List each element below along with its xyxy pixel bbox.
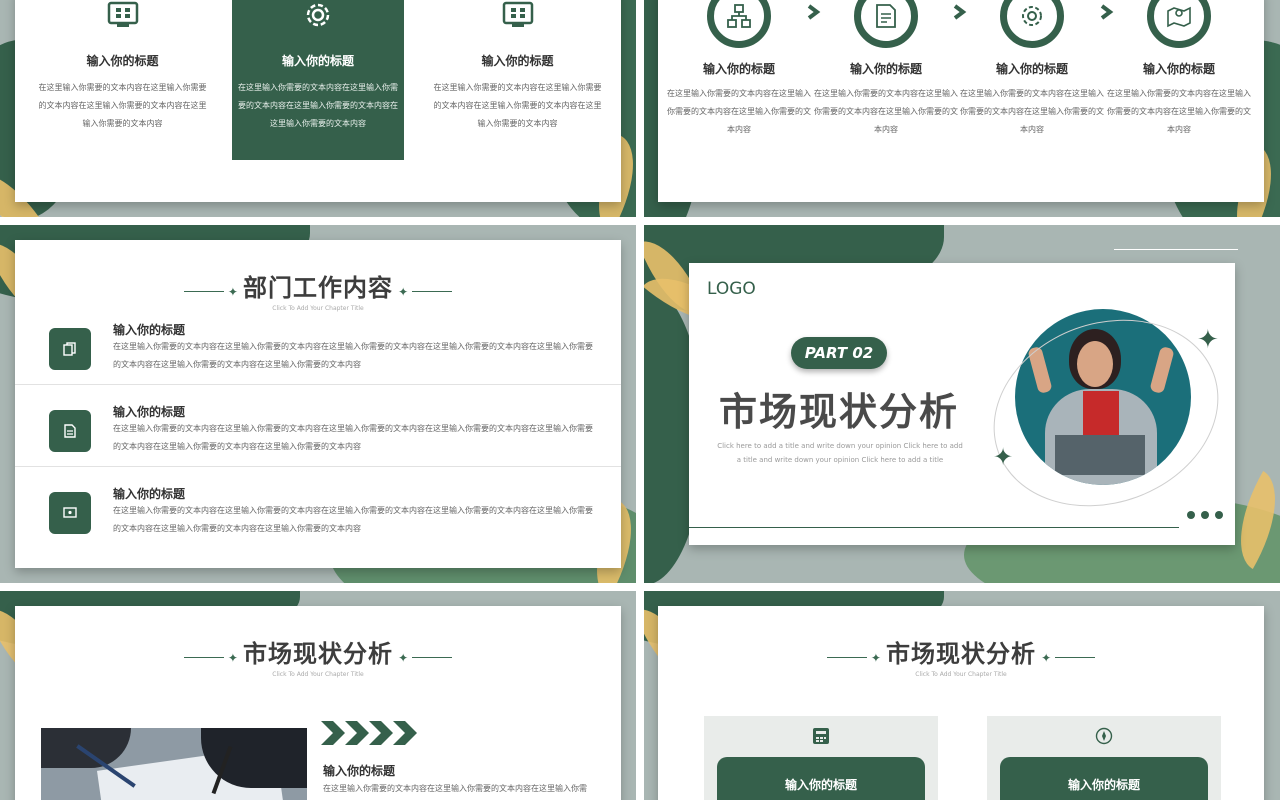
step-title: 输入你的标题: [849, 62, 922, 76]
process-step: 输入你的标题 在这里输入你需要的文本内容在这里输入你需要的文本内容在这里输入你需…: [1106, 0, 1252, 139]
chapter-heading: ✦ 市场现状分析 ✦ Click To Add Your Chapter Tit…: [658, 634, 1264, 678]
content-card: ✦ 市场现状分析 ✦ Click To Add Your Chapter Tit…: [658, 606, 1264, 800]
calculator-icon: [704, 726, 938, 746]
box-title: 输入你的标题: [1000, 757, 1208, 800]
slide-thumbnail-3[interactable]: ✦ 部门工作内容 ✦ Click To Add Your Chapter Tit…: [0, 225, 636, 583]
row-title: 输入你的标题: [113, 323, 186, 337]
sparkle-icon: ✦: [1041, 650, 1052, 665]
chapter-subtitle: Click To Add Your Chapter Title: [272, 305, 364, 312]
document-icon: [854, 0, 918, 48]
slide-thumbnail-4[interactable]: LOGO PART 02 市场现状分析 Click here to add a …: [644, 225, 1280, 583]
step-text: 在这里输入你需要的文本内容在这里输入你需要的文本内容在这里输入你需要的文本内容: [667, 89, 811, 134]
heading-line: [183, 657, 224, 658]
cover-title: 市场现状分析: [718, 390, 959, 434]
file-icon: [49, 410, 91, 452]
heading-line: [1055, 657, 1096, 658]
feature-text: 在这里输入你需要的文本内容在这里输入你需要的文本内容在这里输入你需要的文本内容在…: [433, 83, 602, 128]
cover-card: LOGO PART 02 市场现状分析 Click here to add a …: [689, 263, 1245, 545]
feature-card: 输入你的标题 在这里输入你需要的文本内容在这里输入你需要的文本内容在这里输入你需…: [430, 0, 605, 133]
sparkle-icon: ✦: [1197, 325, 1219, 355]
chevron-arrows: [321, 721, 419, 745]
row-text: 在这里输入你需要的文本内容在这里输入你需要的文本内容在这里输入你需要的文本内容在…: [113, 342, 593, 369]
step-text: 在这里输入你需要的文本内容在这里输入你需要的文本内容在这里输入你需要的文本内容: [1107, 89, 1251, 134]
row-title: 输入你的标题: [113, 487, 186, 501]
step-title: 输入你的标题: [702, 62, 775, 76]
feature-text: 在这里输入你需要的文本内容在这里输入你需要的文本内容在这里输入你需要的文本内容在…: [238, 83, 398, 128]
cover-description: Click here to add a title and write down…: [717, 442, 963, 464]
content-card: 输入你的标题 在这里输入你需要的文本内容在这里输入你需要的文本内容在这里输入你需…: [15, 0, 621, 202]
item-title: 输入你的标题: [323, 764, 396, 778]
content-card: ✦ 部门工作内容 ✦ Click To Add Your Chapter Tit…: [15, 240, 621, 568]
row-divider: [15, 466, 621, 467]
gear-icon: [1000, 0, 1064, 48]
feature-text: 在这里输入你需要的文本内容在这里输入你需要的文本内容在这里输入你需要的文本内容在…: [38, 83, 207, 128]
slide-thumbnail-2[interactable]: 输入你的标题 在这里输入你需要的文本内容在这里输入你需要的文本内容在这里输入你需…: [644, 0, 1280, 217]
content-card: ✦ 市场现状分析 ✦ Click To Add Your Chapter Tit…: [15, 606, 621, 800]
slide-thumbnail-1[interactable]: 输入你的标题 在这里输入你需要的文本内容在这里输入你需要的文本内容在这里输入你需…: [0, 0, 636, 217]
monitor-icon: [49, 492, 91, 534]
slide-thumbnail-6[interactable]: ✦ 市场现状分析 ✦ Click To Add Your Chapter Tit…: [644, 591, 1280, 800]
feature-title: 输入你的标题: [281, 54, 354, 68]
dashboard-icon: [430, 0, 605, 30]
sparkle-icon: ✦: [227, 650, 238, 665]
row-title: 输入你的标题: [113, 405, 186, 419]
dot: [1215, 511, 1223, 519]
slide-thumbnail-5[interactable]: ✦ 市场现状分析 ✦ Click To Add Your Chapter Tit…: [0, 591, 636, 800]
step-title: 输入你的标题: [1142, 62, 1215, 76]
chapter-subtitle: Click To Add Your Chapter Title: [915, 671, 1007, 678]
sparkle-icon: ✦: [398, 284, 409, 299]
compass-icon: [987, 726, 1221, 746]
chapter-subtitle: Click To Add Your Chapter Title: [272, 671, 364, 678]
business-photo: [41, 728, 307, 800]
feature-card: 输入你的标题 在这里输入你需要的文本内容在这里输入你需要的文本内容在这里输入你需…: [35, 0, 210, 133]
pagination-dots: [1187, 511, 1223, 519]
gear-icon: [232, 0, 404, 30]
map-pin-icon: [1147, 0, 1211, 48]
process-step: 输入你的标题 在这里输入你需要的文本内容在这里输入你需要的文本内容在这里输入你需…: [959, 0, 1105, 139]
chapter-heading: ✦ 市场现状分析 ✦ Click To Add Your Chapter Tit…: [15, 634, 621, 678]
chapter-title: 市场现状分析: [886, 640, 1036, 668]
decor-line: [1114, 249, 1238, 250]
feature-title: 输入你的标题: [481, 54, 554, 68]
chapter-title: 市场现状分析: [243, 640, 393, 668]
step-text: 在这里输入你需要的文本内容在这里输入你需要的文本内容在这里输入你需要的文本内容: [814, 89, 958, 134]
chapter-title: 部门工作内容: [243, 274, 393, 302]
info-box: 输入你的标题: [704, 716, 938, 800]
heading-line: [412, 657, 453, 658]
row-divider: [15, 384, 621, 385]
logo-text: LOGO: [707, 279, 756, 299]
copy-icon: [49, 328, 91, 370]
step-title: 输入你的标题: [995, 62, 1068, 76]
info-box: 输入你的标题: [987, 716, 1221, 800]
heading-line: [412, 291, 453, 292]
step-text: 在这里输入你需要的文本内容在这里输入你需要的文本内容在这里输入你需要的文本内容: [960, 89, 1104, 134]
heading-line: [826, 657, 867, 658]
sparkle-icon: ✦: [227, 284, 238, 299]
sparkle-icon: ✦: [870, 650, 881, 665]
item-text: 在这里输入你需要的文本内容在这里输入你需要的文本内容在这里输入你需: [323, 784, 587, 793]
dot: [1187, 511, 1195, 519]
content-card: 输入你的标题 在这里输入你需要的文本内容在这里输入你需要的文本内容在这里输入你需…: [658, 0, 1264, 202]
box-title: 输入你的标题: [717, 757, 925, 800]
chapter-heading: ✦ 部门工作内容 ✦ Click To Add Your Chapter Tit…: [15, 268, 621, 312]
sparkle-icon: ✦: [993, 443, 1014, 471]
process-step: 输入你的标题 在这里输入你需要的文本内容在这里输入你需要的文本内容在这里输入你需…: [813, 0, 959, 139]
part-badge: PART 02: [791, 337, 887, 369]
feature-card-active: 输入你的标题 在这里输入你需要的文本内容在这里输入你需要的文本内容在这里输入你需…: [232, 0, 404, 160]
slide-grid: 输入你的标题 在这里输入你需要的文本内容在这里输入你需要的文本内容在这里输入你需…: [0, 0, 1280, 800]
dashboard-icon: [35, 0, 210, 30]
row-text: 在这里输入你需要的文本内容在这里输入你需要的文本内容在这里输入你需要的文本内容在…: [113, 424, 593, 451]
feature-title: 输入你的标题: [86, 54, 159, 68]
hierarchy-icon: [707, 0, 771, 48]
sparkle-icon: ✦: [398, 650, 409, 665]
heading-line: [183, 291, 224, 292]
process-step: 输入你的标题 在这里输入你需要的文本内容在这里输入你需要的文本内容在这里输入你需…: [666, 0, 812, 139]
cover-divider: [689, 527, 1179, 528]
dot: [1201, 511, 1209, 519]
row-text: 在这里输入你需要的文本内容在这里输入你需要的文本内容在这里输入你需要的文本内容在…: [113, 506, 593, 533]
